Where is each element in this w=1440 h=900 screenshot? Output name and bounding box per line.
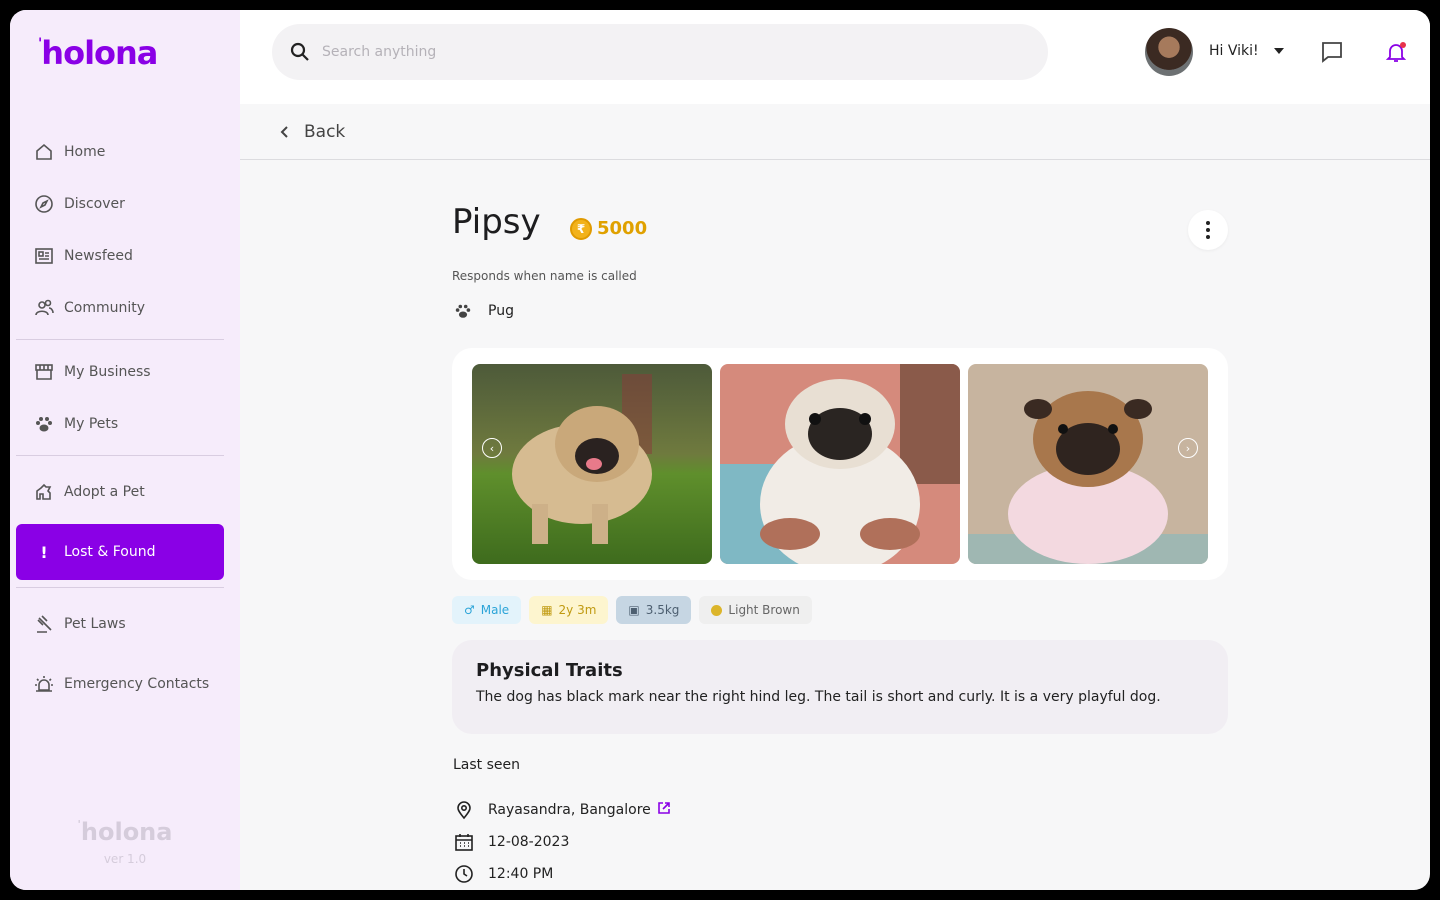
compass-icon xyxy=(34,194,54,214)
pet-photo[interactable] xyxy=(968,364,1208,564)
male-icon: ♂ xyxy=(464,603,475,617)
newspaper-icon xyxy=(34,246,54,266)
physical-traits-card: Physical Traits The dog has black mark n… xyxy=(452,640,1228,734)
search-input[interactable] xyxy=(322,44,922,60)
pet-name: Pipsy xyxy=(452,202,541,242)
sidebar-item-pet-laws[interactable]: Pet Laws xyxy=(16,602,224,646)
sidebar: 'holona Home Discover Newsfeed Community… xyxy=(10,10,240,890)
traits-text: The dog has black mark near the right hi… xyxy=(476,689,1161,705)
time-text: 12:40 PM xyxy=(488,866,554,882)
sidebar-item-label: Discover xyxy=(64,196,125,212)
carousel-prev-icon[interactable]: ‹ xyxy=(482,438,502,458)
date-row: 12-08-2023 xyxy=(454,832,569,852)
sidebar-divider xyxy=(16,339,224,340)
sidebar-item-community[interactable]: Community xyxy=(16,286,224,330)
pet-note: Responds when name is called xyxy=(452,269,637,283)
location-text: Rayasandra, Bangalore xyxy=(488,802,651,818)
attribute-chips: ♂ Male ▦ 2y 3m ▣ 3.5kg Light Brown xyxy=(452,596,812,624)
breed-row: Pug xyxy=(454,302,514,320)
sidebar-item-newsfeed[interactable]: Newsfeed xyxy=(16,234,224,278)
sidebar-item-label: Adopt a Pet xyxy=(64,484,145,500)
adopt-icon xyxy=(34,482,54,502)
version-label: ver 1.0 xyxy=(103,852,147,866)
sidebar-item-discover[interactable]: Discover xyxy=(16,182,224,226)
external-link-icon[interactable] xyxy=(657,801,671,819)
sidebar-item-label: Newsfeed xyxy=(64,248,133,264)
sidebar-item-label: Pet Laws xyxy=(64,616,126,632)
sidebar-item-label: Home xyxy=(64,144,106,160)
location-pin-icon xyxy=(457,801,471,820)
pet-photo[interactable] xyxy=(472,364,712,564)
clock-icon xyxy=(455,865,473,883)
sidebar-item-my-business[interactable]: My Business xyxy=(16,350,224,394)
people-icon xyxy=(34,298,54,318)
time-row: 12:40 PM xyxy=(454,864,553,884)
paw-icon xyxy=(455,304,471,318)
back-button[interactable]: Back xyxy=(240,104,1430,160)
traits-title: Physical Traits xyxy=(476,660,623,681)
sidebar-item-label: Lost & Found xyxy=(64,544,156,560)
coin-icon: ₹ xyxy=(570,218,592,240)
sidebar-item-adopt-a-pet[interactable]: Adopt a Pet xyxy=(16,470,224,514)
avatar[interactable] xyxy=(1145,28,1193,76)
carousel-next-icon[interactable]: › xyxy=(1178,438,1198,458)
user-greeting[interactable]: Hi Viki! xyxy=(1209,43,1259,59)
sidebar-item-home[interactable]: Home xyxy=(16,130,224,174)
breed-label: Pug xyxy=(488,303,514,319)
age-chip: ▦ 2y 3m xyxy=(529,596,609,624)
chevron-down-icon[interactable] xyxy=(1274,48,1284,54)
paw-icon xyxy=(34,414,54,434)
top-header: Hi Viki! xyxy=(240,10,1430,104)
home-icon xyxy=(34,142,54,162)
calendar-icon: ▦ xyxy=(541,603,553,617)
store-icon xyxy=(34,362,54,382)
gavel-icon xyxy=(34,614,54,634)
weight-chip: ▣ 3.5kg xyxy=(616,596,692,624)
search-bar[interactable] xyxy=(272,24,1048,80)
sidebar-item-label: My Pets xyxy=(64,416,119,432)
photo-gallery: ‹ › xyxy=(452,348,1228,580)
calendar-icon xyxy=(455,834,473,851)
color-chip: Light Brown xyxy=(699,596,812,624)
exclamation-icon: ! xyxy=(40,542,48,562)
sidebar-item-emergency-contacts[interactable]: Emergency Contacts xyxy=(16,662,224,706)
sidebar-item-label: Community xyxy=(64,300,146,316)
siren-icon xyxy=(34,674,54,694)
chat-icon[interactable] xyxy=(1320,40,1344,64)
notification-bell-icon[interactable] xyxy=(1384,40,1408,64)
sidebar-item-lost-and-found[interactable]: ! Lost & Found xyxy=(16,524,224,580)
search-icon xyxy=(290,42,309,61)
color-swatch xyxy=(711,604,723,616)
date-text: 12-08-2023 xyxy=(488,834,570,850)
footer-logo: 'holona xyxy=(77,818,173,846)
chevron-left-icon xyxy=(280,125,288,138)
sidebar-item-my-pets[interactable]: My Pets xyxy=(16,402,224,446)
scale-icon: ▣ xyxy=(628,603,640,617)
back-label: Back xyxy=(304,121,346,142)
location-row: Rayasandra, Bangalore xyxy=(454,800,671,820)
sidebar-item-label: My Business xyxy=(64,364,151,380)
sidebar-divider xyxy=(16,587,224,588)
sidebar-item-label: Emergency Contacts xyxy=(64,676,210,692)
more-options-button[interactable] xyxy=(1188,210,1228,250)
brand-logo[interactable]: 'holona xyxy=(38,34,158,72)
reward-amount: 5000 xyxy=(597,218,648,239)
sidebar-divider xyxy=(16,455,224,456)
gender-chip: ♂ Male xyxy=(452,596,522,624)
last-seen-title: Last seen xyxy=(453,757,521,773)
pet-photo[interactable] xyxy=(720,364,960,564)
app-window: 'holona Home Discover Newsfeed Community… xyxy=(10,10,1430,890)
